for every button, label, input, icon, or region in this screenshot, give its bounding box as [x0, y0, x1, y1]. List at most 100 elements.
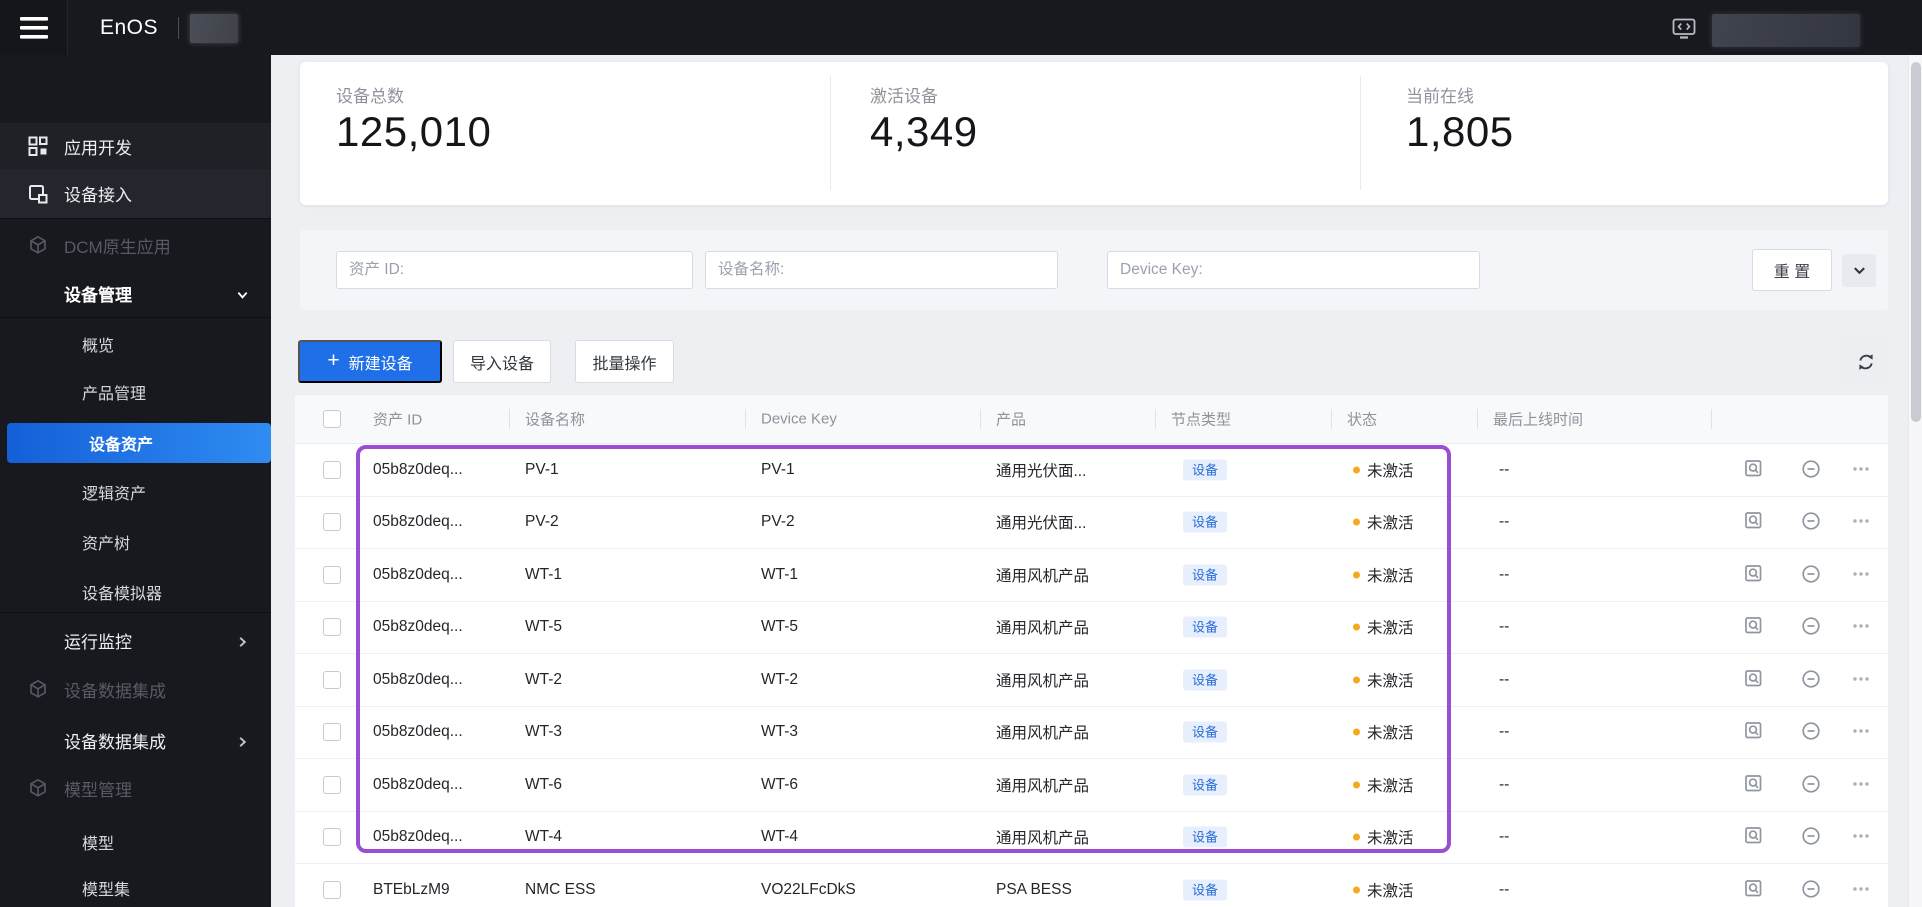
- sidebar-item-15[interactable]: 模型集: [0, 868, 271, 907]
- dev-console-icon[interactable]: [1672, 18, 1696, 40]
- sidebar-item-label: 模型: [82, 836, 115, 853]
- cell-last-online: --: [1499, 880, 1510, 898]
- more-actions-icon[interactable]: [1851, 511, 1873, 533]
- sidebar-item-0[interactable]: 应用开发: [0, 123, 271, 170]
- sidebar-item-10[interactable]: 运行监控: [0, 620, 271, 660]
- view-detail-icon[interactable]: [1744, 511, 1766, 533]
- node-type-badge: 设备: [1183, 774, 1228, 796]
- status-dot: [1353, 676, 1360, 684]
- asset-id-input[interactable]: [336, 251, 693, 289]
- disable-icon[interactable]: [1801, 826, 1823, 848]
- node-type-badge: 设备: [1183, 721, 1228, 743]
- disable-icon[interactable]: [1801, 721, 1823, 743]
- more-actions-icon[interactable]: [1851, 564, 1873, 586]
- sidebar-item-3[interactable]: 设备管理: [0, 273, 271, 313]
- refresh-button[interactable]: [1843, 340, 1888, 383]
- row-checkbox[interactable]: [323, 618, 341, 637]
- stat-value: 1,805: [1406, 108, 1514, 155]
- sidebar-item-label: 设备管理: [64, 285, 132, 305]
- disable-icon[interactable]: [1801, 774, 1823, 796]
- column-divider: [980, 409, 981, 429]
- cell-product: 通用光伏面...: [996, 462, 1087, 480]
- cell-last-online: --: [1499, 565, 1510, 583]
- view-detail-icon[interactable]: [1744, 459, 1766, 481]
- create-device-button[interactable]: + 新建设备: [298, 340, 442, 383]
- import-device-button[interactable]: 导入设备: [453, 340, 551, 383]
- column-divider: [1155, 409, 1156, 429]
- disable-icon[interactable]: [1801, 564, 1823, 586]
- sidebar-item-5[interactable]: 产品管理: [0, 372, 271, 412]
- table-row: 05b8z0deq... WT-6 WT-6 通用风机产品 设备 未激活 --: [295, 759, 1888, 812]
- row-checkbox[interactable]: [323, 565, 341, 584]
- row-checkbox[interactable]: [323, 670, 341, 689]
- view-detail-icon[interactable]: [1744, 826, 1766, 848]
- more-actions-icon[interactable]: [1851, 459, 1873, 481]
- sidebar-item-1[interactable]: 设备接入: [0, 169, 271, 219]
- device-name-input[interactable]: [705, 251, 1058, 289]
- sidebar-item-9[interactable]: 设备模拟器: [0, 572, 271, 612]
- sidebar-item-8[interactable]: 资产树: [0, 522, 271, 562]
- stat-value: 125,010: [336, 108, 492, 155]
- stat-label: 激活设备: [870, 87, 938, 106]
- more-actions-icon[interactable]: [1851, 721, 1873, 743]
- cell-asset-id: 05b8z0deq...: [373, 513, 463, 531]
- row-checkbox[interactable]: [323, 775, 341, 794]
- disable-icon[interactable]: [1801, 879, 1823, 901]
- stat-value: 4,349: [870, 108, 978, 155]
- sidebar-item-label: 概览: [82, 338, 115, 355]
- view-detail-icon[interactable]: [1744, 721, 1766, 743]
- sidebar-item-12[interactable]: 设备数据集成: [0, 720, 271, 760]
- brand-logo: EnOS: [100, 15, 159, 39]
- masked-user-menu[interactable]: [1712, 14, 1860, 47]
- more-actions-icon[interactable]: [1851, 616, 1873, 638]
- sidebar-item-4[interactable]: 概览: [0, 324, 271, 364]
- status-dot: [1353, 466, 1360, 474]
- disable-icon[interactable]: [1801, 616, 1823, 638]
- reset-button[interactable]: 重 置: [1752, 249, 1832, 291]
- cell-last-online: --: [1499, 513, 1510, 531]
- expand-filters-button[interactable]: [1842, 254, 1876, 287]
- sidebar-item-6[interactable]: 设备资产: [7, 423, 271, 463]
- header-status: 状态: [1347, 411, 1378, 429]
- select-all-checkbox[interactable]: [323, 410, 341, 428]
- sidebar-item-label: 设备模拟器: [82, 586, 163, 603]
- cell-device-name: WT-4: [525, 828, 563, 846]
- device-stats-card: 设备总数 125,010 激活设备 4,349 当前在线 1,805: [300, 62, 1888, 205]
- sidebar-item-14[interactable]: 模型: [0, 822, 271, 862]
- more-actions-icon[interactable]: [1851, 879, 1873, 901]
- more-actions-icon[interactable]: [1851, 669, 1873, 691]
- cell-status: 未激活: [1367, 672, 1414, 690]
- status-dot: [1353, 728, 1360, 736]
- device-access-icon: [28, 184, 48, 204]
- device-key-input[interactable]: [1107, 251, 1480, 289]
- view-detail-icon[interactable]: [1744, 564, 1766, 586]
- disable-icon[interactable]: [1801, 459, 1823, 481]
- chevron-down-icon: [1853, 267, 1865, 275]
- view-detail-icon[interactable]: [1744, 774, 1766, 796]
- cell-last-online: --: [1499, 670, 1510, 688]
- cell-status: 未激活: [1367, 725, 1414, 743]
- cell-device-key: PV-2: [761, 513, 795, 531]
- cell-device-key: WT-3: [761, 723, 799, 741]
- row-checkbox[interactable]: [323, 880, 341, 899]
- hamburger-menu-button[interactable]: [0, 0, 68, 55]
- view-detail-icon[interactable]: [1744, 669, 1766, 691]
- sidebar-item-7[interactable]: 逻辑资产: [0, 472, 271, 512]
- batch-actions-button[interactable]: 批量操作: [575, 340, 674, 383]
- disable-icon[interactable]: [1801, 511, 1823, 533]
- row-checkbox[interactable]: [323, 460, 341, 479]
- row-checkbox[interactable]: [323, 513, 341, 532]
- more-actions-icon[interactable]: [1851, 774, 1873, 796]
- disable-icon[interactable]: [1801, 669, 1823, 691]
- more-actions-icon[interactable]: [1851, 826, 1873, 848]
- cell-asset-id: 05b8z0deq...: [373, 775, 463, 793]
- scrollbar-thumb[interactable]: [1911, 62, 1921, 422]
- view-detail-icon[interactable]: [1744, 616, 1766, 638]
- column-divider: [1711, 409, 1712, 429]
- sidebar-item-label: 运行监控: [64, 632, 132, 652]
- row-checkbox[interactable]: [323, 828, 341, 847]
- row-checkbox[interactable]: [323, 723, 341, 742]
- header-asset-id: 资产 ID: [373, 411, 423, 429]
- view-detail-icon[interactable]: [1744, 879, 1766, 901]
- table-row: 05b8z0deq... WT-3 WT-3 通用风机产品 设备 未激活 --: [295, 706, 1888, 759]
